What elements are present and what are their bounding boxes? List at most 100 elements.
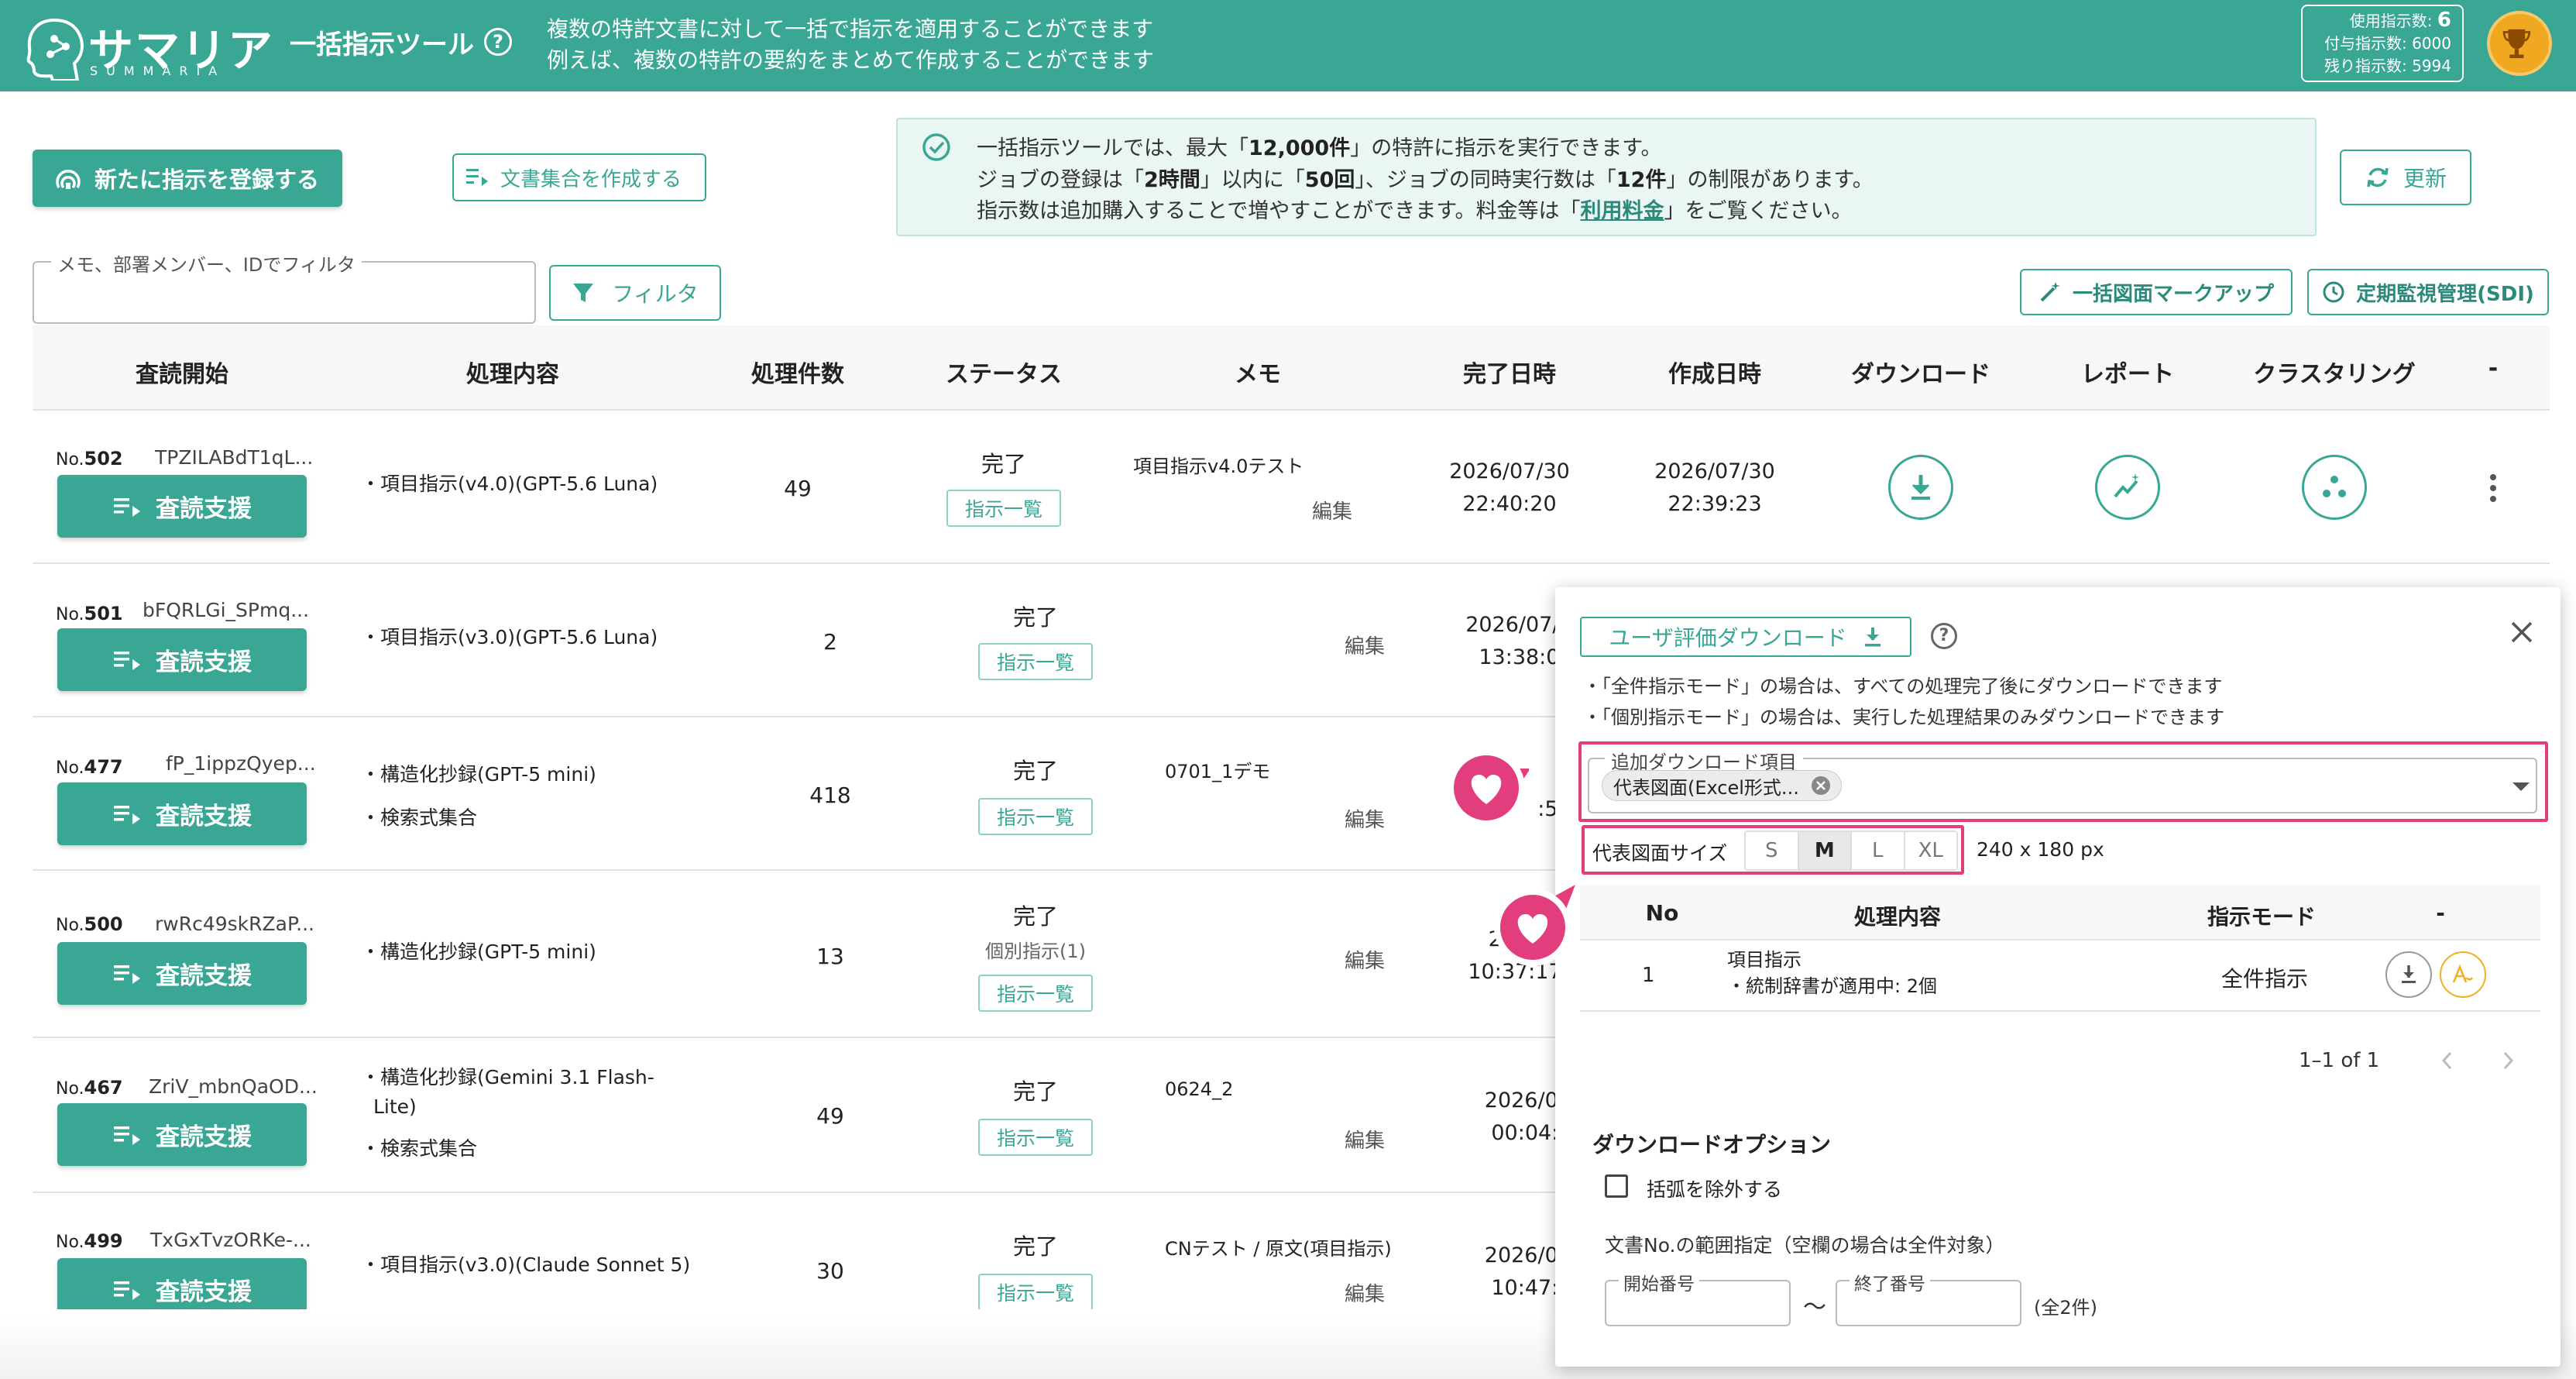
row-count: 30 <box>816 1258 844 1284</box>
register-icon <box>56 170 81 189</box>
header-description-1: 複数の特許文書に対して一括で指示を適用することができます <box>547 16 1154 42</box>
size-option-xl[interactable]: XL <box>1905 832 1957 869</box>
row-process: ・構造化抄録(GPT-5 mini) <box>361 941 596 963</box>
filter-input-label: メモ、部署メンバー、IDでフィルタ <box>51 249 362 277</box>
list-play-icon <box>114 1281 140 1300</box>
usage-label: 使用指示数: <box>2349 12 2433 30</box>
review-support-button[interactable]: 査読支援 <box>57 782 307 845</box>
dropdown-arrow-icon[interactable] <box>2512 782 2530 791</box>
row-process: ・構造化抄録(Gemini 3.1 Flash- Lite) ・検索式集合 <box>361 1066 654 1160</box>
pricing-link[interactable]: 利用料金 <box>1581 199 1664 223</box>
user-eval-download-button[interactable]: ユーザ評価ダウンロード <box>1580 617 1911 657</box>
magic-wand-icon <box>2040 282 2060 302</box>
filter-button[interactable]: フィルタ <box>549 265 721 321</box>
row-status: 完了 <box>1012 758 1059 784</box>
extra-download-chip[interactable]: 代表図面(Excel形式... <box>1602 770 1842 801</box>
close-icon[interactable] <box>2506 617 2537 648</box>
panel-table-header: No 処理内容 指示モード - <box>1580 885 2540 941</box>
chip-remove-icon[interactable] <box>1810 775 1832 796</box>
col-clustering: クラスタリング <box>2253 361 2416 388</box>
instruction-list-button[interactable]: 指示一覧 <box>978 975 1093 1012</box>
row-number: No.499 <box>56 1230 123 1252</box>
figure-size-label: 代表図面サイズ <box>1592 842 1728 865</box>
col-done-date[interactable]: 完了日時 <box>1463 355 1556 389</box>
row-number: No.502 <box>56 448 123 469</box>
col-process[interactable]: 処理内容 <box>466 355 559 389</box>
row-process: ・項目指示(v4.0)(GPT-5.6 Luna) <box>361 473 658 495</box>
review-support-button[interactable]: 査読支援 <box>57 475 307 538</box>
panel-col-process: 処理内容 <box>1853 904 1942 930</box>
panel-row-process: 項目指示 ・統制辞書が適用中: 2個 <box>1727 949 1937 997</box>
row-created-date: 2026/07/30 22:39:23 <box>1654 459 1775 516</box>
panel-row-no: 1 <box>1642 964 1655 987</box>
row-id: TPZILABdT1qL... <box>155 446 314 469</box>
row-id: bFQRLGi_SPmq... <box>143 599 310 621</box>
filter-button-label: フィルタ <box>612 281 699 307</box>
size-option-m[interactable]: M <box>1798 832 1852 869</box>
review-support-button[interactable]: 査読支援 <box>57 942 307 1005</box>
trophy-icon[interactable] <box>2487 11 2552 76</box>
end-number-input[interactable]: 終了番号 <box>1836 1269 2021 1326</box>
exclude-brackets-checkbox[interactable] <box>1605 1174 1628 1198</box>
instruction-list-button[interactable]: 指示一覧 <box>978 1119 1093 1156</box>
list-play-icon <box>114 651 140 670</box>
instruction-list-button[interactable]: 指示一覧 <box>978 643 1093 680</box>
col-status[interactable]: ステータス <box>946 355 1062 389</box>
filter-input[interactable]: メモ、部署メンバー、IDでフィルタ <box>33 249 536 324</box>
clustering-icon[interactable] <box>2302 455 2367 520</box>
info-box: 一括指示ツールでは、最大「12,000件」の特許に指示を実行できます。 ジョブの… <box>896 118 2317 236</box>
create-docset-label: 文書集合を作成する <box>500 167 682 191</box>
pagination-info: 1–1 of 1 <box>2299 1049 2380 1072</box>
download-icon[interactable] <box>2385 951 2432 998</box>
help-icon[interactable]: ? <box>484 28 512 56</box>
row-number: No.477 <box>56 756 123 778</box>
list-play-icon <box>114 965 140 984</box>
col-memo[interactable]: メモ <box>1235 355 1281 389</box>
col-count[interactable]: 処理件数 <box>751 355 844 389</box>
chevron-left-icon[interactable] <box>2438 1049 2457 1072</box>
row-status: 完了 <box>1012 604 1059 631</box>
row-id: fP_1ippzQyep... <box>166 752 316 775</box>
remaining-label: 残り指示数: <box>2324 57 2407 75</box>
size-option-s[interactable]: S <box>1746 832 1799 869</box>
size-option-l[interactable]: L <box>1852 832 1905 869</box>
help-icon[interactable]: ? <box>1931 623 1957 649</box>
col-created-date[interactable]: 作成日時 <box>1668 355 1761 389</box>
row-memo: 項目指示v4.0テスト <box>1133 456 1304 477</box>
range-total: (全2件) <box>2034 1297 2097 1319</box>
chevron-right-icon[interactable] <box>2499 1049 2517 1072</box>
edit-memo-link[interactable]: 編集 <box>1345 945 1385 974</box>
instruction-list-button[interactable]: 指示一覧 <box>978 1274 1093 1309</box>
exclude-brackets-label[interactable]: 括弧を除外する <box>1647 1174 1782 1202</box>
row-status: 完了 <box>1012 903 1059 930</box>
row-count: 13 <box>816 944 844 969</box>
more-menu-icon[interactable] <box>2489 474 2497 502</box>
edit-memo-link[interactable]: 編集 <box>1345 631 1385 659</box>
create-docset-button[interactable]: 文書集合を作成する <box>452 153 706 201</box>
bulk-figure-markup-button[interactable]: 一括図面マークアップ <box>2020 269 2293 315</box>
instruction-list-button[interactable]: 指示一覧 <box>978 798 1093 835</box>
edit-memo-link[interactable]: 編集 <box>1312 496 1352 524</box>
register-instruction-button[interactable]: 新たに指示を登録する <box>33 150 342 207</box>
heart-callout-icon <box>1494 885 1575 966</box>
start-number-input[interactable]: 開始番号 <box>1605 1269 1791 1326</box>
col-review-start[interactable]: 査読開始 <box>136 355 228 389</box>
row-number: No.501 <box>56 603 123 624</box>
row-process: ・項目指示(v3.0)(Claude Sonnet 5) <box>361 1253 691 1276</box>
review-support-button[interactable]: 査読支援 <box>57 628 307 691</box>
instruction-list-button[interactable]: 指示一覧 <box>946 490 1061 527</box>
sdi-management-button[interactable]: 定期監視管理(SDI) <box>2307 269 2549 315</box>
edit-memo-link[interactable]: 編集 <box>1345 804 1385 833</box>
report-icon[interactable] <box>2095 455 2160 520</box>
review-support-button[interactable]: 査読支援 <box>57 1103 307 1166</box>
edit-memo-link[interactable]: 編集 <box>1345 1125 1385 1154</box>
download-icon[interactable] <box>1888 455 1953 520</box>
edit-memo-link[interactable]: 編集 <box>1345 1278 1385 1307</box>
logo-head-icon <box>26 18 84 81</box>
jobs-table-header: 査読開始 処理内容 処理件数 ステータス メモ 完了日時 作成日時 ダウンロード… <box>33 325 2550 411</box>
ai-evaluate-icon[interactable] <box>2440 951 2486 998</box>
extra-download-select[interactable]: 追加ダウンロード項目 代表図面(Excel形式... <box>1588 747 2537 813</box>
review-support-button[interactable]: 査読支援 <box>57 1258 307 1309</box>
summaria-logo[interactable]: サマリア SUMMARIA <box>23 11 273 81</box>
refresh-button[interactable]: 更新 <box>2340 150 2471 205</box>
